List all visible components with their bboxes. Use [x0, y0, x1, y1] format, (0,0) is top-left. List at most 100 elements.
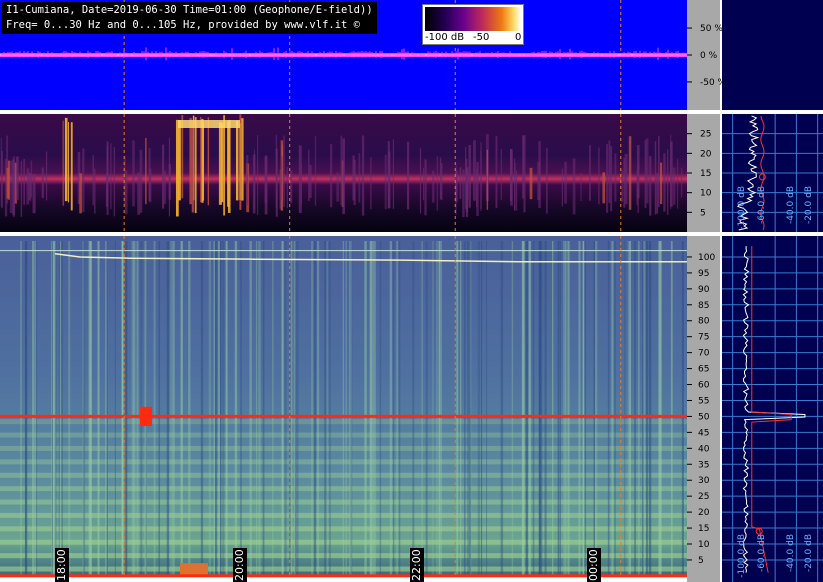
profile-high-bg — [722, 236, 823, 582]
spectrogram-high-ytick-label: 15 — [698, 524, 709, 534]
spectrogram-low-streak — [673, 167, 676, 205]
spectrogram-high-ytick-label: 100 — [698, 253, 715, 263]
spectrogram-high-streak — [460, 241, 462, 576]
waveform-ytick-label: 0 % — [700, 51, 718, 61]
spectrogram-low-streak — [580, 172, 582, 202]
spectrogram-low-streak — [572, 158, 576, 215]
spectrogram-low-streak — [26, 168, 30, 205]
spectrogram-high-ytick-label: 20 — [698, 508, 710, 518]
spectrogram-low-ytick-label: 5 — [700, 208, 706, 218]
spectrogram-low-streak — [598, 147, 600, 205]
spectrogram-high-streak — [525, 241, 528, 576]
spectrogram-high-streak — [172, 241, 175, 576]
spectrogram-high-streak — [106, 241, 108, 576]
spectrogram-low-streak — [275, 134, 278, 208]
spectrogram-high-streak — [180, 241, 183, 576]
spectrogram-high-streak — [567, 241, 570, 576]
spectrogram-high-ytick-label: 75 — [698, 333, 709, 343]
spectrogram-low-streak — [523, 135, 526, 213]
spectrogram-high-streak — [324, 241, 327, 576]
profile-high-xlabel-0: -100.0 dB — [737, 534, 747, 578]
spectrogram-high-streak — [311, 241, 314, 576]
profile-low-xlabel-0: -100.0 dB — [737, 186, 747, 230]
spectrogram-low-streak — [1, 151, 3, 209]
spectrogram-high-streak — [438, 241, 441, 576]
spectrogram-low-streak — [514, 162, 516, 211]
time-label-1: 20:00 — [233, 548, 247, 582]
spectrogram-high-streak — [593, 241, 595, 576]
spectrogram-high-streak — [500, 241, 504, 576]
spectrogram-low-ytick-label: 15 — [700, 169, 711, 179]
spectrogram-high-panel: 5 10 15 20 25 30 35 40 45 50 55 60 65 70 75 80 85 90 95 100 — [0, 236, 823, 582]
spectrogram-low-streak — [439, 157, 442, 200]
spectrogram-low-streak — [286, 166, 288, 209]
spectrogram-high-streak — [398, 241, 401, 576]
spectrogram-low-streak — [264, 156, 267, 203]
spectrogram-high-streak — [350, 241, 353, 576]
spectrogram-high-streak — [59, 241, 62, 576]
spectrogram-low-streak — [466, 167, 469, 200]
profile-low-xlabel-2: -40.0 dB — [786, 186, 796, 225]
spectrogram-high-streak — [126, 241, 128, 576]
spectrogram-high-streak — [374, 241, 376, 576]
spectrogram-low-streak — [589, 145, 591, 201]
spectrogram-low-streak — [480, 142, 482, 210]
spectrogram-high-streak — [477, 241, 480, 576]
spectrogram-low-streak — [94, 168, 96, 214]
spectrogram-high-streak — [670, 241, 673, 576]
spectrogram-high-streak — [313, 241, 317, 576]
spectrogram-high-streak — [131, 241, 134, 576]
spectrogram-low-streak — [614, 153, 617, 202]
spectrogram-low-streak — [677, 159, 679, 209]
spectrogram-high-ytick-label: 80 — [698, 317, 710, 327]
spectrogram-high-streak — [463, 241, 466, 576]
spectrogram-low-hotspot — [178, 120, 240, 128]
spectrogram-high-ytick-label: 35 — [698, 460, 709, 470]
spectrogram-low-streak — [257, 135, 259, 216]
spectrogram-high-streak — [563, 241, 565, 576]
spectrogram-high-streak — [436, 241, 438, 576]
spectrogram-high-streak — [557, 241, 560, 576]
spectrogram-high-streak — [369, 241, 372, 576]
spectrogram-high-streak — [468, 241, 472, 576]
spectrogram-low-streak — [353, 159, 356, 206]
spectrogram-low-streak — [168, 137, 171, 217]
spectrogram-low-streak — [644, 139, 647, 209]
spectrogram-high-streak — [200, 241, 204, 576]
spectrogram-low-streak — [621, 169, 623, 202]
spectrogram-high-streak — [648, 241, 652, 576]
spectrogram-low-streak — [340, 135, 343, 206]
spectrogram-low-streak — [654, 141, 657, 215]
spectrogram-high-streak — [582, 241, 585, 576]
spectrogram-low-streak — [462, 169, 465, 217]
spectrogram-low-streak — [495, 135, 498, 209]
spectrogram-low-streak — [139, 149, 143, 213]
spectrogram-low-streak — [564, 161, 567, 204]
spectrogram-high-streak — [646, 241, 648, 576]
spectrogram-high-streak — [293, 241, 296, 576]
spectrogram-low-streak — [283, 135, 285, 207]
spectrogram-low-streak — [201, 118, 204, 203]
spectrogram-high-streak — [559, 241, 561, 576]
spectrogram-high-streak — [188, 241, 191, 576]
spectrogram-low-streak — [161, 144, 165, 209]
spectrogram-high-streak — [36, 241, 38, 576]
spectrogram-high-streak — [532, 241, 535, 576]
spectrogram-high-ytick-label: 10 — [698, 540, 710, 550]
spectrogram-high-streak — [379, 241, 382, 576]
profile-high-xlabel-1: -60.0 dB — [757, 534, 767, 573]
spectrogram-high-streak — [281, 241, 284, 576]
spectrogram-low-streak — [110, 143, 112, 210]
spectrogram-high-streak — [638, 241, 640, 576]
spectrogram-low-ytick-label: 25 — [700, 130, 711, 140]
spectrogram-low-streak — [670, 134, 672, 210]
spectrogram-high-streak — [82, 241, 86, 576]
spectrogram-high-baseline — [0, 574, 687, 578]
spectrogram-low-streak — [384, 154, 387, 210]
spectrogram-low-streak — [300, 164, 302, 205]
spectrogram-low-streak — [32, 173, 36, 214]
spectrogram-low-streak — [473, 140, 476, 201]
spectrogram-high-streak — [213, 241, 215, 576]
waveform-profile-area — [722, 0, 823, 110]
spectrogram-high-streak — [342, 241, 344, 576]
